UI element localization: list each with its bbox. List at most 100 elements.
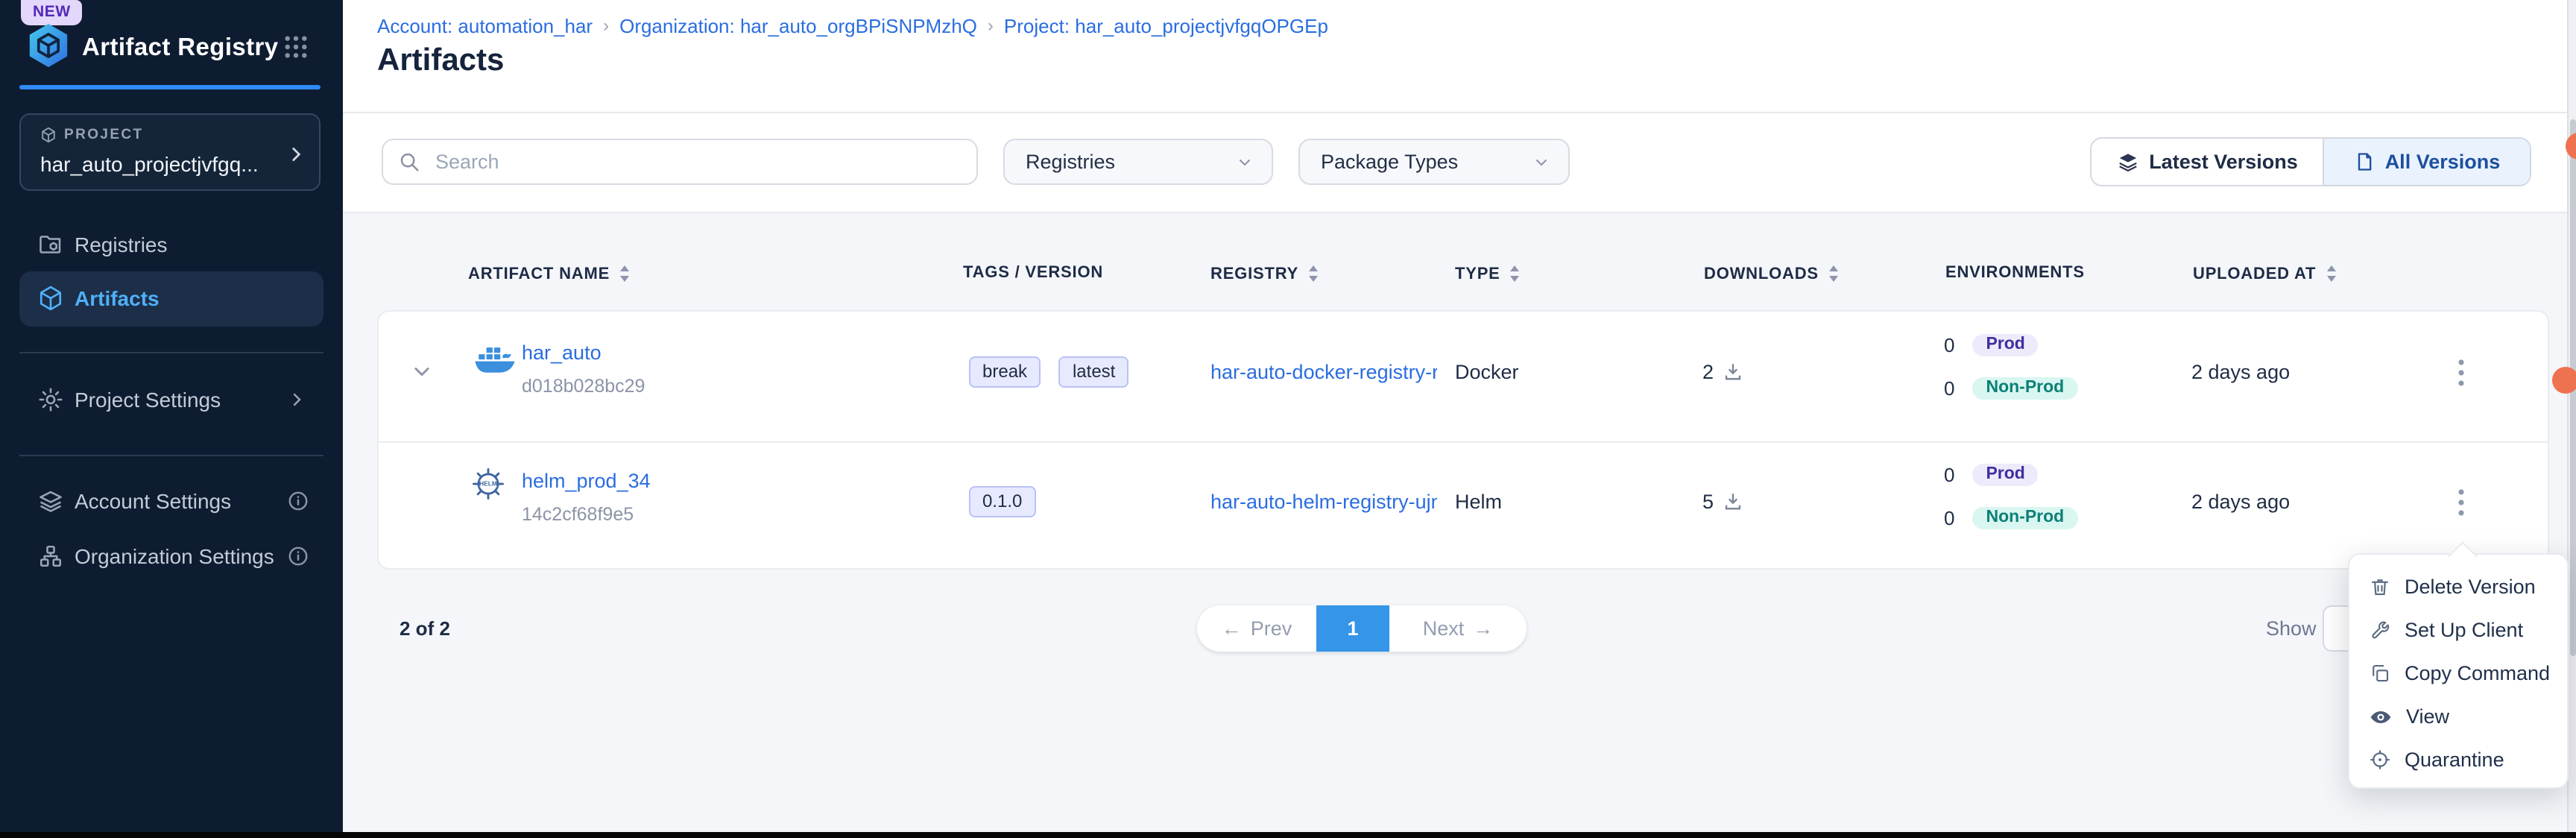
page-number-button[interactable]: 1 xyxy=(1316,605,1389,652)
project-selector[interactable]: PROJECT har_auto_projectjvfgq... xyxy=(19,113,321,191)
search-icon xyxy=(398,151,420,173)
sidebar-item-project-settings[interactable]: Project Settings xyxy=(0,382,343,418)
downloads-cell: 5 xyxy=(1702,491,1742,513)
sort-icon xyxy=(1307,264,1319,283)
sort-icon xyxy=(619,264,631,283)
sidebar-item-artifacts[interactable]: Artifacts xyxy=(0,280,343,316)
chevron-down-icon xyxy=(1236,153,1254,171)
menu-item-view[interactable]: View xyxy=(2349,695,2567,738)
column-label: DOWNLOADS xyxy=(1704,265,1819,283)
artifact-digest: d018b028bc29 xyxy=(522,376,645,397)
project-cube-icon xyxy=(40,127,57,143)
downloads-count: 5 xyxy=(1702,491,1714,513)
main-content: Account: automation_har › Organization: … xyxy=(343,0,2576,832)
next-page-button[interactable]: Next → xyxy=(1389,605,1527,652)
registries-filter-dropdown[interactable]: Registries xyxy=(1003,139,1273,185)
target-icon xyxy=(2369,749,2391,771)
row-actions-kebab-icon[interactable] xyxy=(2448,480,2475,525)
column-header-registry[interactable]: REGISTRY xyxy=(1210,264,1319,283)
latest-versions-label: Latest Versions xyxy=(2149,151,2298,173)
app-title: Artifact Registry xyxy=(82,34,279,63)
svg-text:HELM: HELM xyxy=(479,480,497,488)
sidebar-item-account-settings[interactable]: Account Settings xyxy=(0,483,343,519)
all-versions-button[interactable]: All Versions xyxy=(2323,139,2530,185)
column-header-downloads[interactable]: DOWNLOADS xyxy=(1704,264,1840,283)
feedback-widget-dot[interactable] xyxy=(2552,367,2576,394)
artifact-name-link[interactable]: helm_prod_34 xyxy=(522,470,651,492)
tag-pill: latest xyxy=(1059,356,1128,388)
package-types-filter-label: Package Types xyxy=(1321,151,1458,173)
prod-count: 0 xyxy=(1944,334,1954,356)
package-types-filter-dropdown[interactable]: Package Types xyxy=(1298,139,1570,185)
info-icon[interactable] xyxy=(288,546,309,567)
prev-page-button[interactable]: ← Prev xyxy=(1197,605,1316,652)
sidebar: NEW Artifact Registry xyxy=(0,0,343,832)
column-header-artifact-name[interactable]: ARTIFACT NAME xyxy=(468,264,631,283)
menu-item-quarantine[interactable]: Quarantine xyxy=(2349,738,2567,781)
downloads-count: 2 xyxy=(1702,361,1714,383)
sidebar-accent-rule xyxy=(19,85,321,89)
expand-row-chevron-icon[interactable] xyxy=(411,361,432,382)
environment-prod-line: 0 Prod xyxy=(1944,464,2039,486)
column-header-environments: ENVIRONMENTS xyxy=(1945,264,2085,282)
breadcrumb-separator: › xyxy=(988,15,994,36)
menu-item-set-up-client[interactable]: Set Up Client xyxy=(2349,608,2567,652)
registry-link[interactable]: har-auto-docker-registry-r... xyxy=(1210,361,1437,383)
trash-icon xyxy=(2369,576,2391,598)
artifact-digest: 14c2cf68f9e5 xyxy=(522,504,634,525)
page-size-label: Show xyxy=(2266,617,2317,640)
sidebar-divider xyxy=(19,352,323,353)
menu-item-copy-command[interactable]: Copy Command xyxy=(2349,652,2567,695)
nonprod-count: 0 xyxy=(1944,377,1954,400)
tag-pill: break xyxy=(969,356,1041,388)
latest-versions-button[interactable]: Latest Versions xyxy=(2092,139,2323,185)
sidebar-item-registries[interactable]: Registries xyxy=(0,227,343,262)
sidebar-item-label: Artifacts xyxy=(75,286,160,310)
info-icon[interactable] xyxy=(288,491,309,511)
column-label: ARTIFACT NAME xyxy=(468,265,610,283)
registries-folder-icon xyxy=(37,231,64,258)
row-actions-context-menu: Delete Version Set Up Client Copy Comman… xyxy=(2348,553,2569,789)
prod-badge: Prod xyxy=(1972,464,2038,486)
breadcrumb-separator: › xyxy=(603,15,609,36)
row-actions-kebab-icon[interactable] xyxy=(2448,350,2475,395)
eye-icon xyxy=(2369,705,2393,728)
menu-item-label: Copy Command xyxy=(2405,662,2550,684)
breadcrumb-account-link[interactable]: Account: automation_har xyxy=(377,15,593,37)
prev-label: Prev xyxy=(1251,617,1292,640)
breadcrumb-project-link[interactable]: Project: har_auto_projectjvfgqOPGEp xyxy=(1004,15,1328,37)
app-grid-icon[interactable] xyxy=(283,34,309,60)
registry-link[interactable]: har-auto-helm-registry-ujn... xyxy=(1210,491,1437,513)
column-label: TYPE xyxy=(1455,265,1500,283)
nonprod-count: 0 xyxy=(1944,507,1954,529)
downloads-cell: 2 xyxy=(1702,361,1742,383)
version-view-toggle: Latest Versions All Versions xyxy=(2090,137,2531,186)
column-label: ENVIRONMENTS xyxy=(1945,264,2085,282)
copy-icon xyxy=(2369,662,2391,684)
search-box xyxy=(382,139,978,185)
breadcrumb-organization-link[interactable]: Organization: har_auto_orgBPiSNPMzhQ xyxy=(619,15,977,37)
artifact-name-link[interactable]: har_auto xyxy=(522,341,602,364)
column-label: UPLOADED AT xyxy=(2193,265,2316,283)
uploaded-at: 2 days ago xyxy=(2191,361,2290,383)
pagination-summary: 2 of 2 xyxy=(400,617,450,640)
wrench-icon xyxy=(2369,619,2391,641)
gear-icon xyxy=(37,386,64,413)
nonprod-badge: Non-Prod xyxy=(1972,507,2077,529)
sidebar-item-label: Organization Settings xyxy=(75,544,274,568)
column-header-type[interactable]: TYPE xyxy=(1455,264,1521,283)
sidebar-divider xyxy=(19,455,323,456)
artifacts-table: har_auto d018b028bc29 break latest har-a… xyxy=(377,310,2549,570)
pagination-control: ← Prev 1 Next → xyxy=(1197,605,1527,652)
nonprod-badge: Non-Prod xyxy=(1972,377,2077,400)
column-header-uploaded-at[interactable]: UPLOADED AT xyxy=(2193,264,2337,283)
new-badge: NEW xyxy=(21,0,83,25)
sidebar-item-label: Project Settings xyxy=(75,388,221,412)
menu-item-delete-version[interactable]: Delete Version xyxy=(2349,565,2567,608)
page-title: Artifacts xyxy=(377,43,504,79)
breadcrumb: Account: automation_har › Organization: … xyxy=(377,15,1328,37)
artifacts-cube-icon xyxy=(37,285,64,312)
sidebar-item-organization-settings[interactable]: Organization Settings xyxy=(0,538,343,574)
prod-badge: Prod xyxy=(1972,334,2038,356)
search-input[interactable] xyxy=(432,149,962,174)
